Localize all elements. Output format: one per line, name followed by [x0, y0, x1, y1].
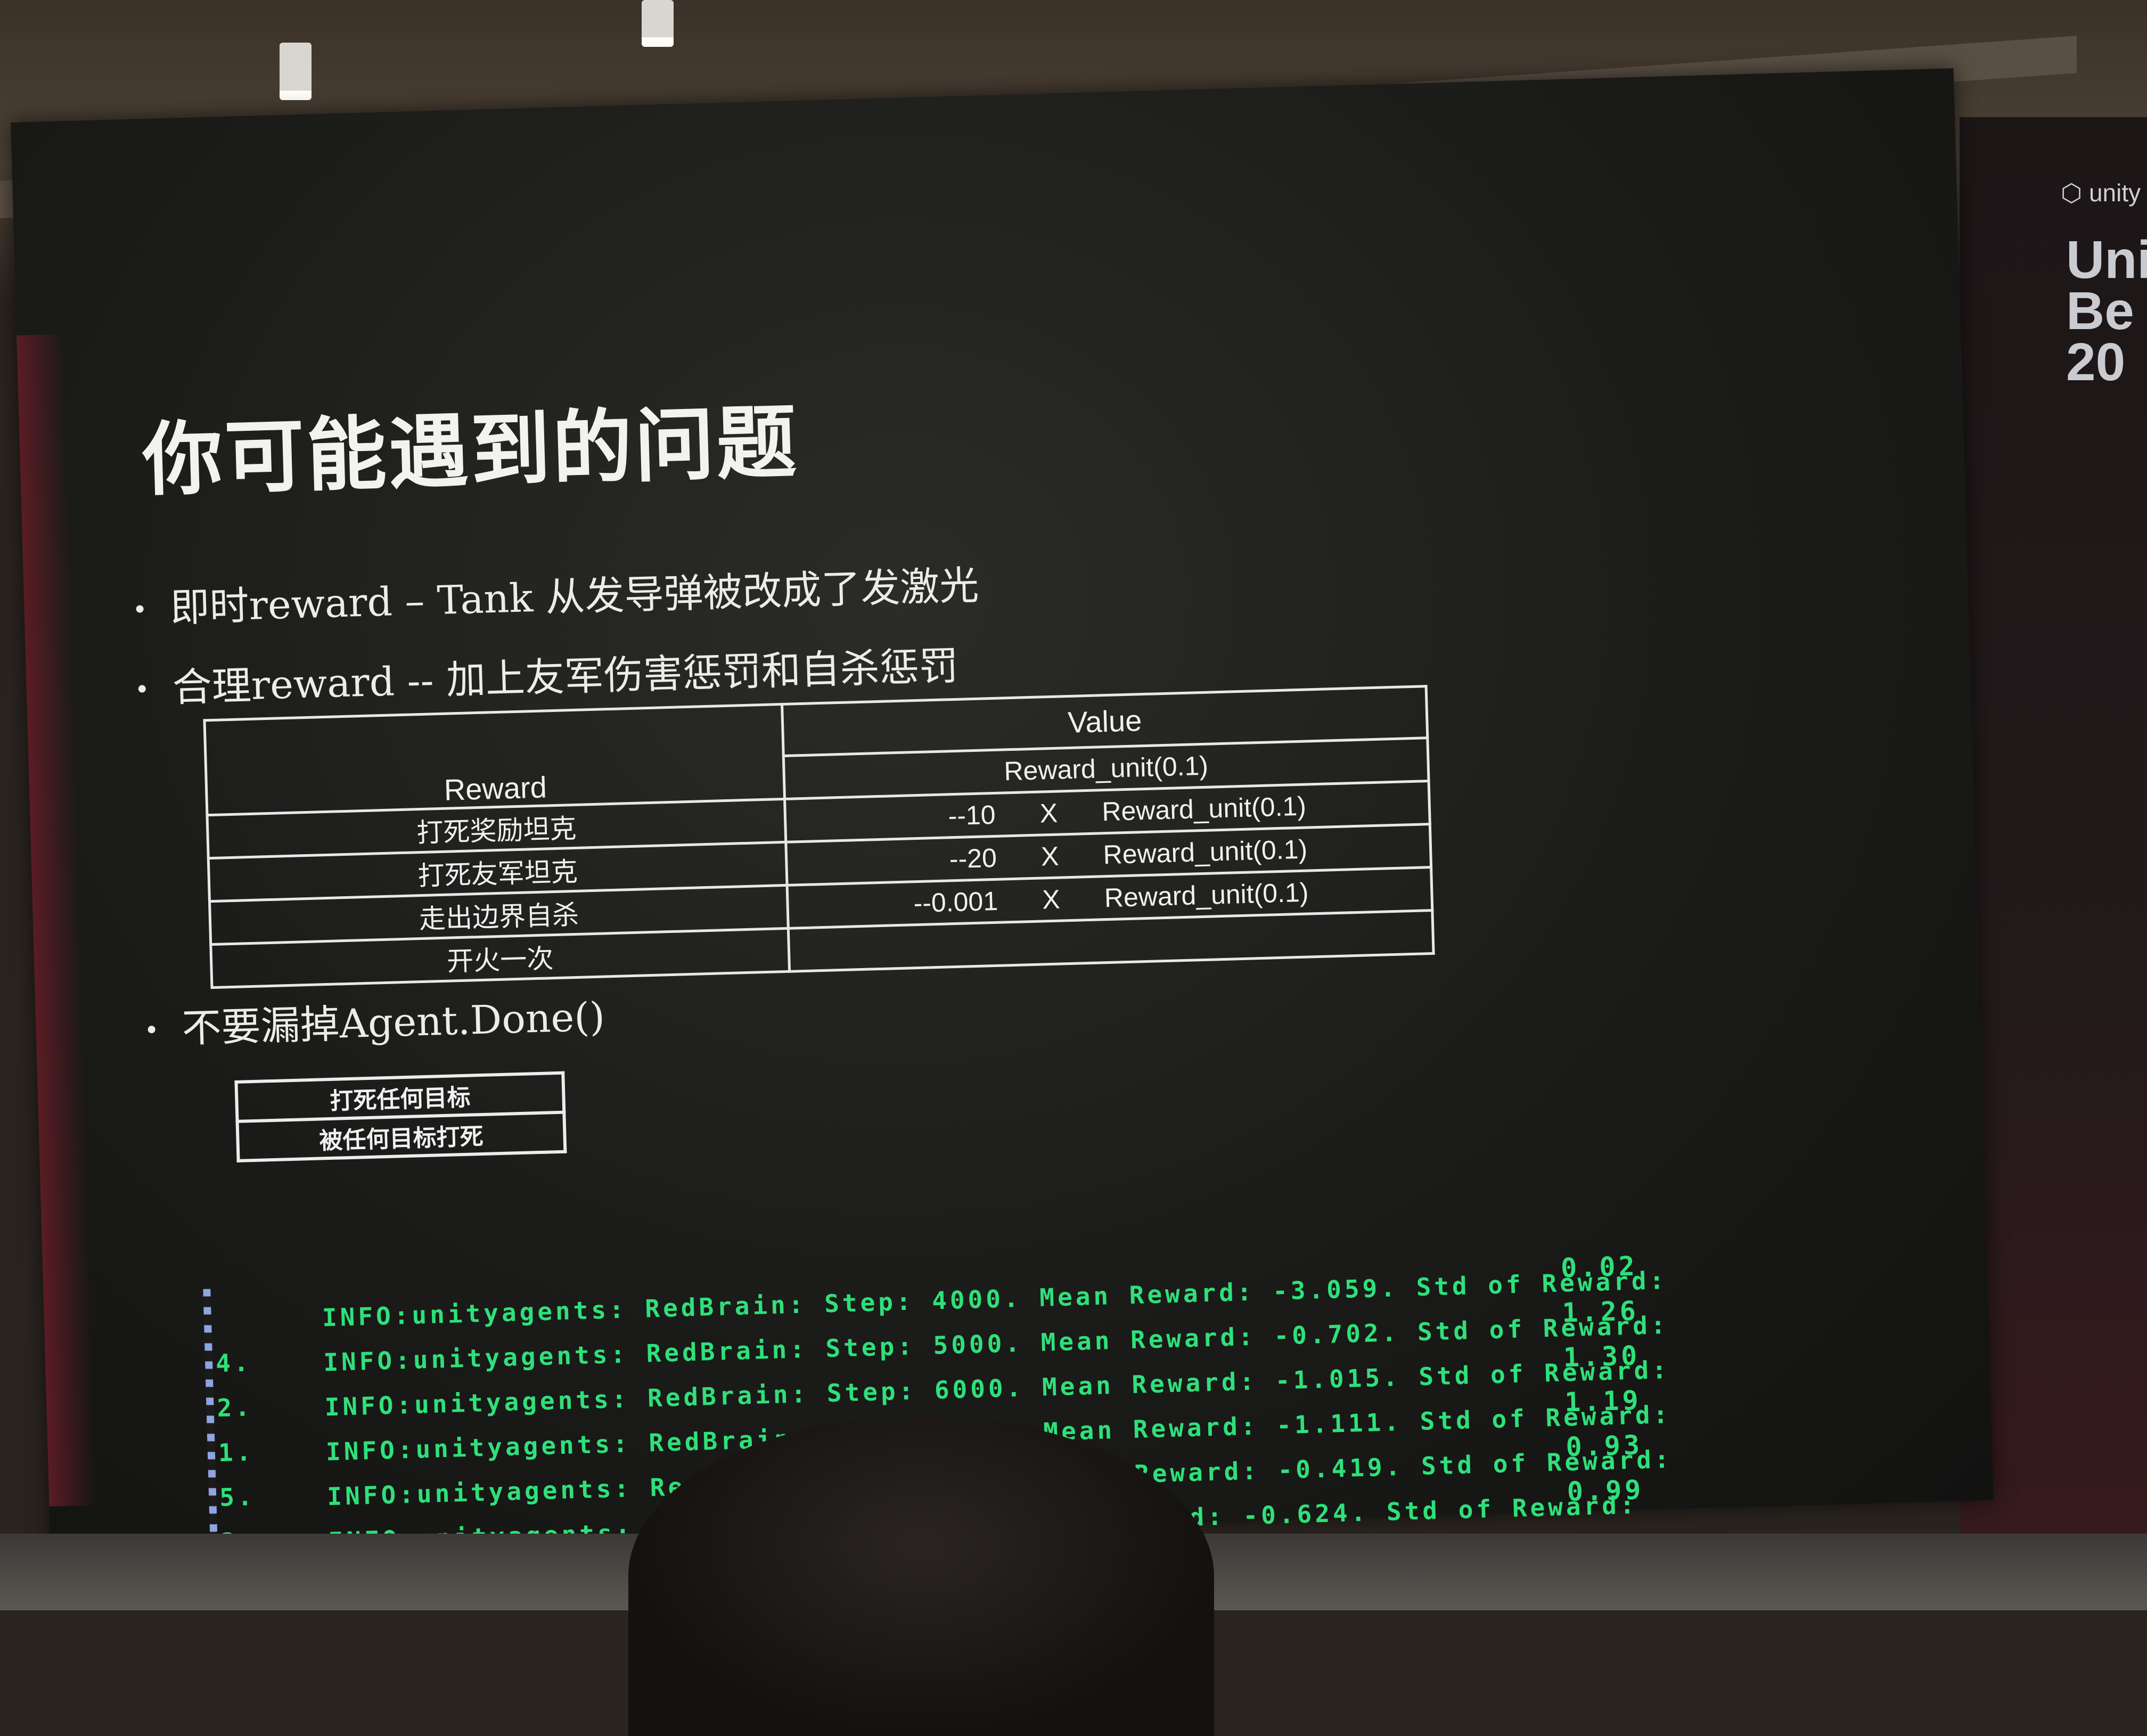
multiplier: --20 — [949, 842, 997, 874]
audience-head — [628, 1416, 1214, 1736]
bullet-dot-icon — [138, 685, 146, 693]
projection-screen: 你可能遇到的问题 即时reward – Tank 从发导弹被改成了发激光 合理r… — [11, 68, 1994, 1601]
log-std-value: 1.19 — [1564, 1385, 1642, 1418]
log-std-value: 1.26 — [1561, 1295, 1640, 1329]
unit-text: Reward_unit(0.1) — [1102, 834, 1308, 870]
bullet-item: 即时reward – Tank 从发导弹被改成了发激光 — [135, 554, 980, 634]
spotlight-lamp — [642, 0, 674, 47]
times-sign: X — [1040, 841, 1060, 872]
log-std-value: 0.93 — [1565, 1429, 1643, 1463]
times-sign: X — [1042, 884, 1061, 915]
done-conditions-table: 打死任何目标 被任何目标打死 — [234, 1071, 567, 1162]
bullet-item: 不要漏掉Agent.Done() — [147, 985, 605, 1055]
table-cell: 被任何目标打死 — [237, 1112, 566, 1161]
banner-logo-text: unity — [2088, 179, 2141, 207]
bullet-dot-icon — [147, 1026, 155, 1034]
log-std-value: 0.99 — [1567, 1474, 1645, 1508]
bullet-dot-icon — [136, 605, 144, 613]
banner-logo: ⬡ unity — [2061, 178, 2141, 207]
log-std-value: 0.02 — [1560, 1250, 1638, 1284]
unit-text: Reward_unit(0.1) — [1104, 877, 1309, 913]
banner-title: Uni Be 20 — [2066, 230, 2147, 392]
table-row: 被任何目标打死 — [237, 1112, 566, 1161]
unity-logo-icon: ⬡ — [2061, 179, 2083, 207]
log-std-value: 1.30 — [1563, 1340, 1641, 1373]
multiplier: --10 — [947, 799, 996, 831]
unit-text: Reward_unit(0.1) — [1101, 791, 1307, 827]
bullet-text: 即时reward – Tank 从发导弹被改成了发激光 — [169, 562, 980, 631]
screen-edge-glow — [17, 334, 97, 1506]
bullet-text: 不要漏掉Agent.Done() — [181, 994, 606, 1052]
spotlight-lamp — [280, 43, 312, 100]
slide-title: 你可能遇到的问题 — [141, 395, 800, 507]
reward-table: Reward Value Reward_unit(0.1) 打死奖励坦克 --1… — [203, 685, 1435, 989]
multiplier: --0.001 — [913, 886, 998, 919]
column-header: Reward — [204, 704, 785, 815]
times-sign: X — [1039, 798, 1058, 829]
